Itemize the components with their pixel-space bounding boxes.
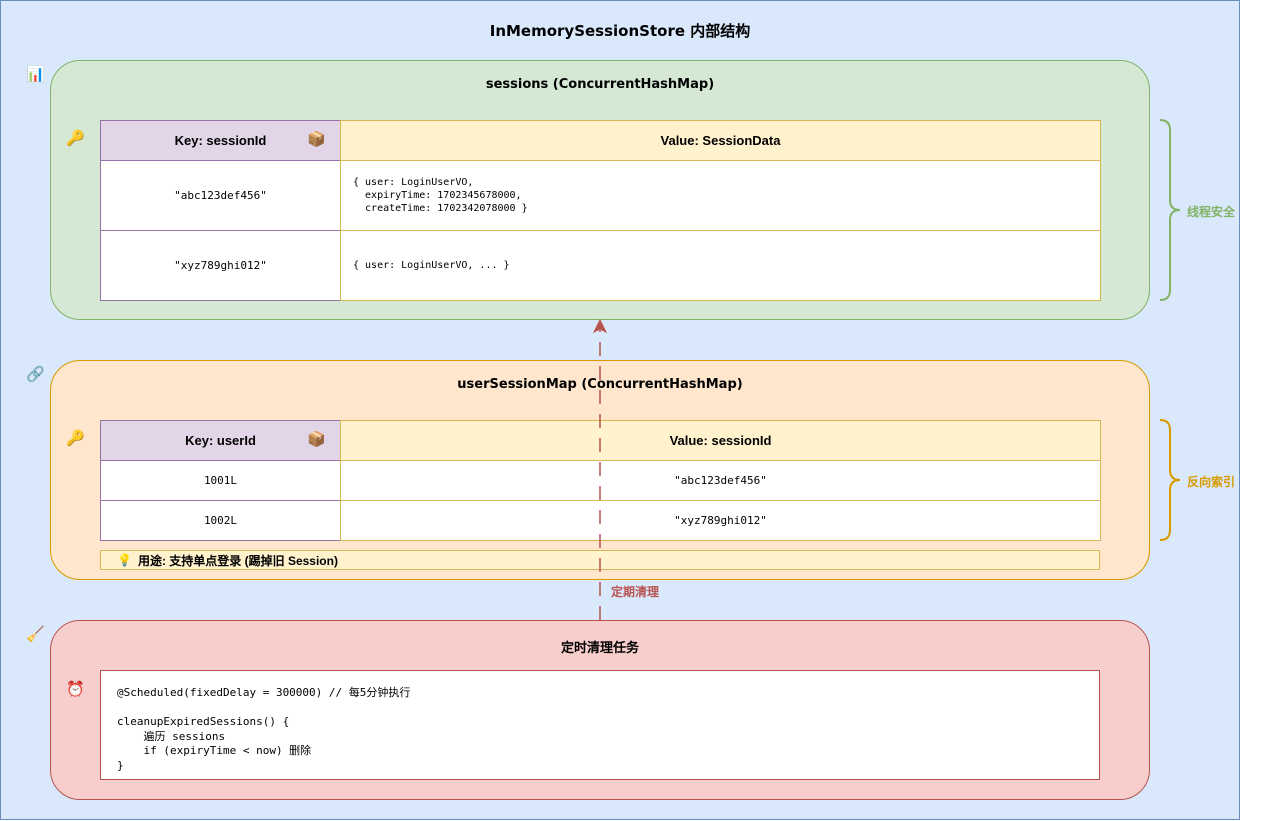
sessions-row-value: { user: LoginUserVO, expiryTime: 1702345…	[340, 160, 1101, 231]
thread-safe-label: 线程安全	[1187, 205, 1236, 219]
user-session-map-title: userSessionMap (ConcurrentHashMap)	[457, 377, 743, 392]
cleanup-code-block: @Scheduled(fixedDelay = 300000) // 每5分钟执…	[100, 670, 1100, 780]
sessions-key-header-label: Key: sessionId	[174, 133, 267, 148]
sessions-title: sessions (ConcurrentHashMap)	[485, 77, 715, 92]
package-icon: 📦	[307, 131, 326, 148]
sessions-value-header: Value: SessionData	[340, 120, 1101, 161]
usm-row-key: 1002L	[100, 500, 341, 541]
lightbulb-icon: 💡	[117, 553, 132, 567]
usage-text: 用途: 支持单点登录 (踢掉旧 Session)	[137, 553, 338, 568]
reverse-index-label: 反向索引	[1187, 475, 1236, 489]
sessions-row-key: "abc123def456"	[100, 160, 341, 231]
sessions-row-value: { user: LoginUserVO, ... }	[340, 230, 1101, 301]
usm-key-header: Key: userId 📦	[100, 420, 341, 461]
key-icon: 🔑	[66, 129, 85, 147]
usm-row-value: "xyz789ghi012"	[340, 500, 1101, 541]
usm-row-value: "abc123def456"	[340, 460, 1101, 501]
sessions-key-header: Key: sessionId 📦	[100, 120, 341, 161]
bar-chart-icon: 📊	[26, 65, 45, 83]
diagram-title: InMemorySessionStore 内部结构	[489, 22, 751, 40]
sessions-row-value-text: { user: LoginUserVO, ... }	[353, 260, 510, 271]
alarm-clock-icon: ⏰	[66, 680, 85, 698]
usm-key-header-label: Key: userId	[185, 433, 256, 448]
broom-icon: 🧹	[26, 625, 45, 643]
cleanup-edge-label: 定期清理	[608, 583, 663, 600]
package-icon: 📦	[307, 431, 326, 448]
usm-row-key: 1001L	[100, 460, 341, 501]
link-icon: 🔗	[26, 365, 45, 383]
key-icon: 🔑	[66, 429, 85, 447]
cleanup-title: 定时清理任务	[560, 641, 639, 656]
usm-value-header: Value: sessionId	[340, 420, 1101, 461]
usage-note: 💡 用途: 支持单点登录 (踢掉旧 Session)	[100, 550, 1100, 570]
sessions-row-value-text: { user: LoginUserVO, expiryTime: 1702345…	[353, 177, 528, 214]
sessions-row-key: "xyz789ghi012"	[100, 230, 341, 301]
